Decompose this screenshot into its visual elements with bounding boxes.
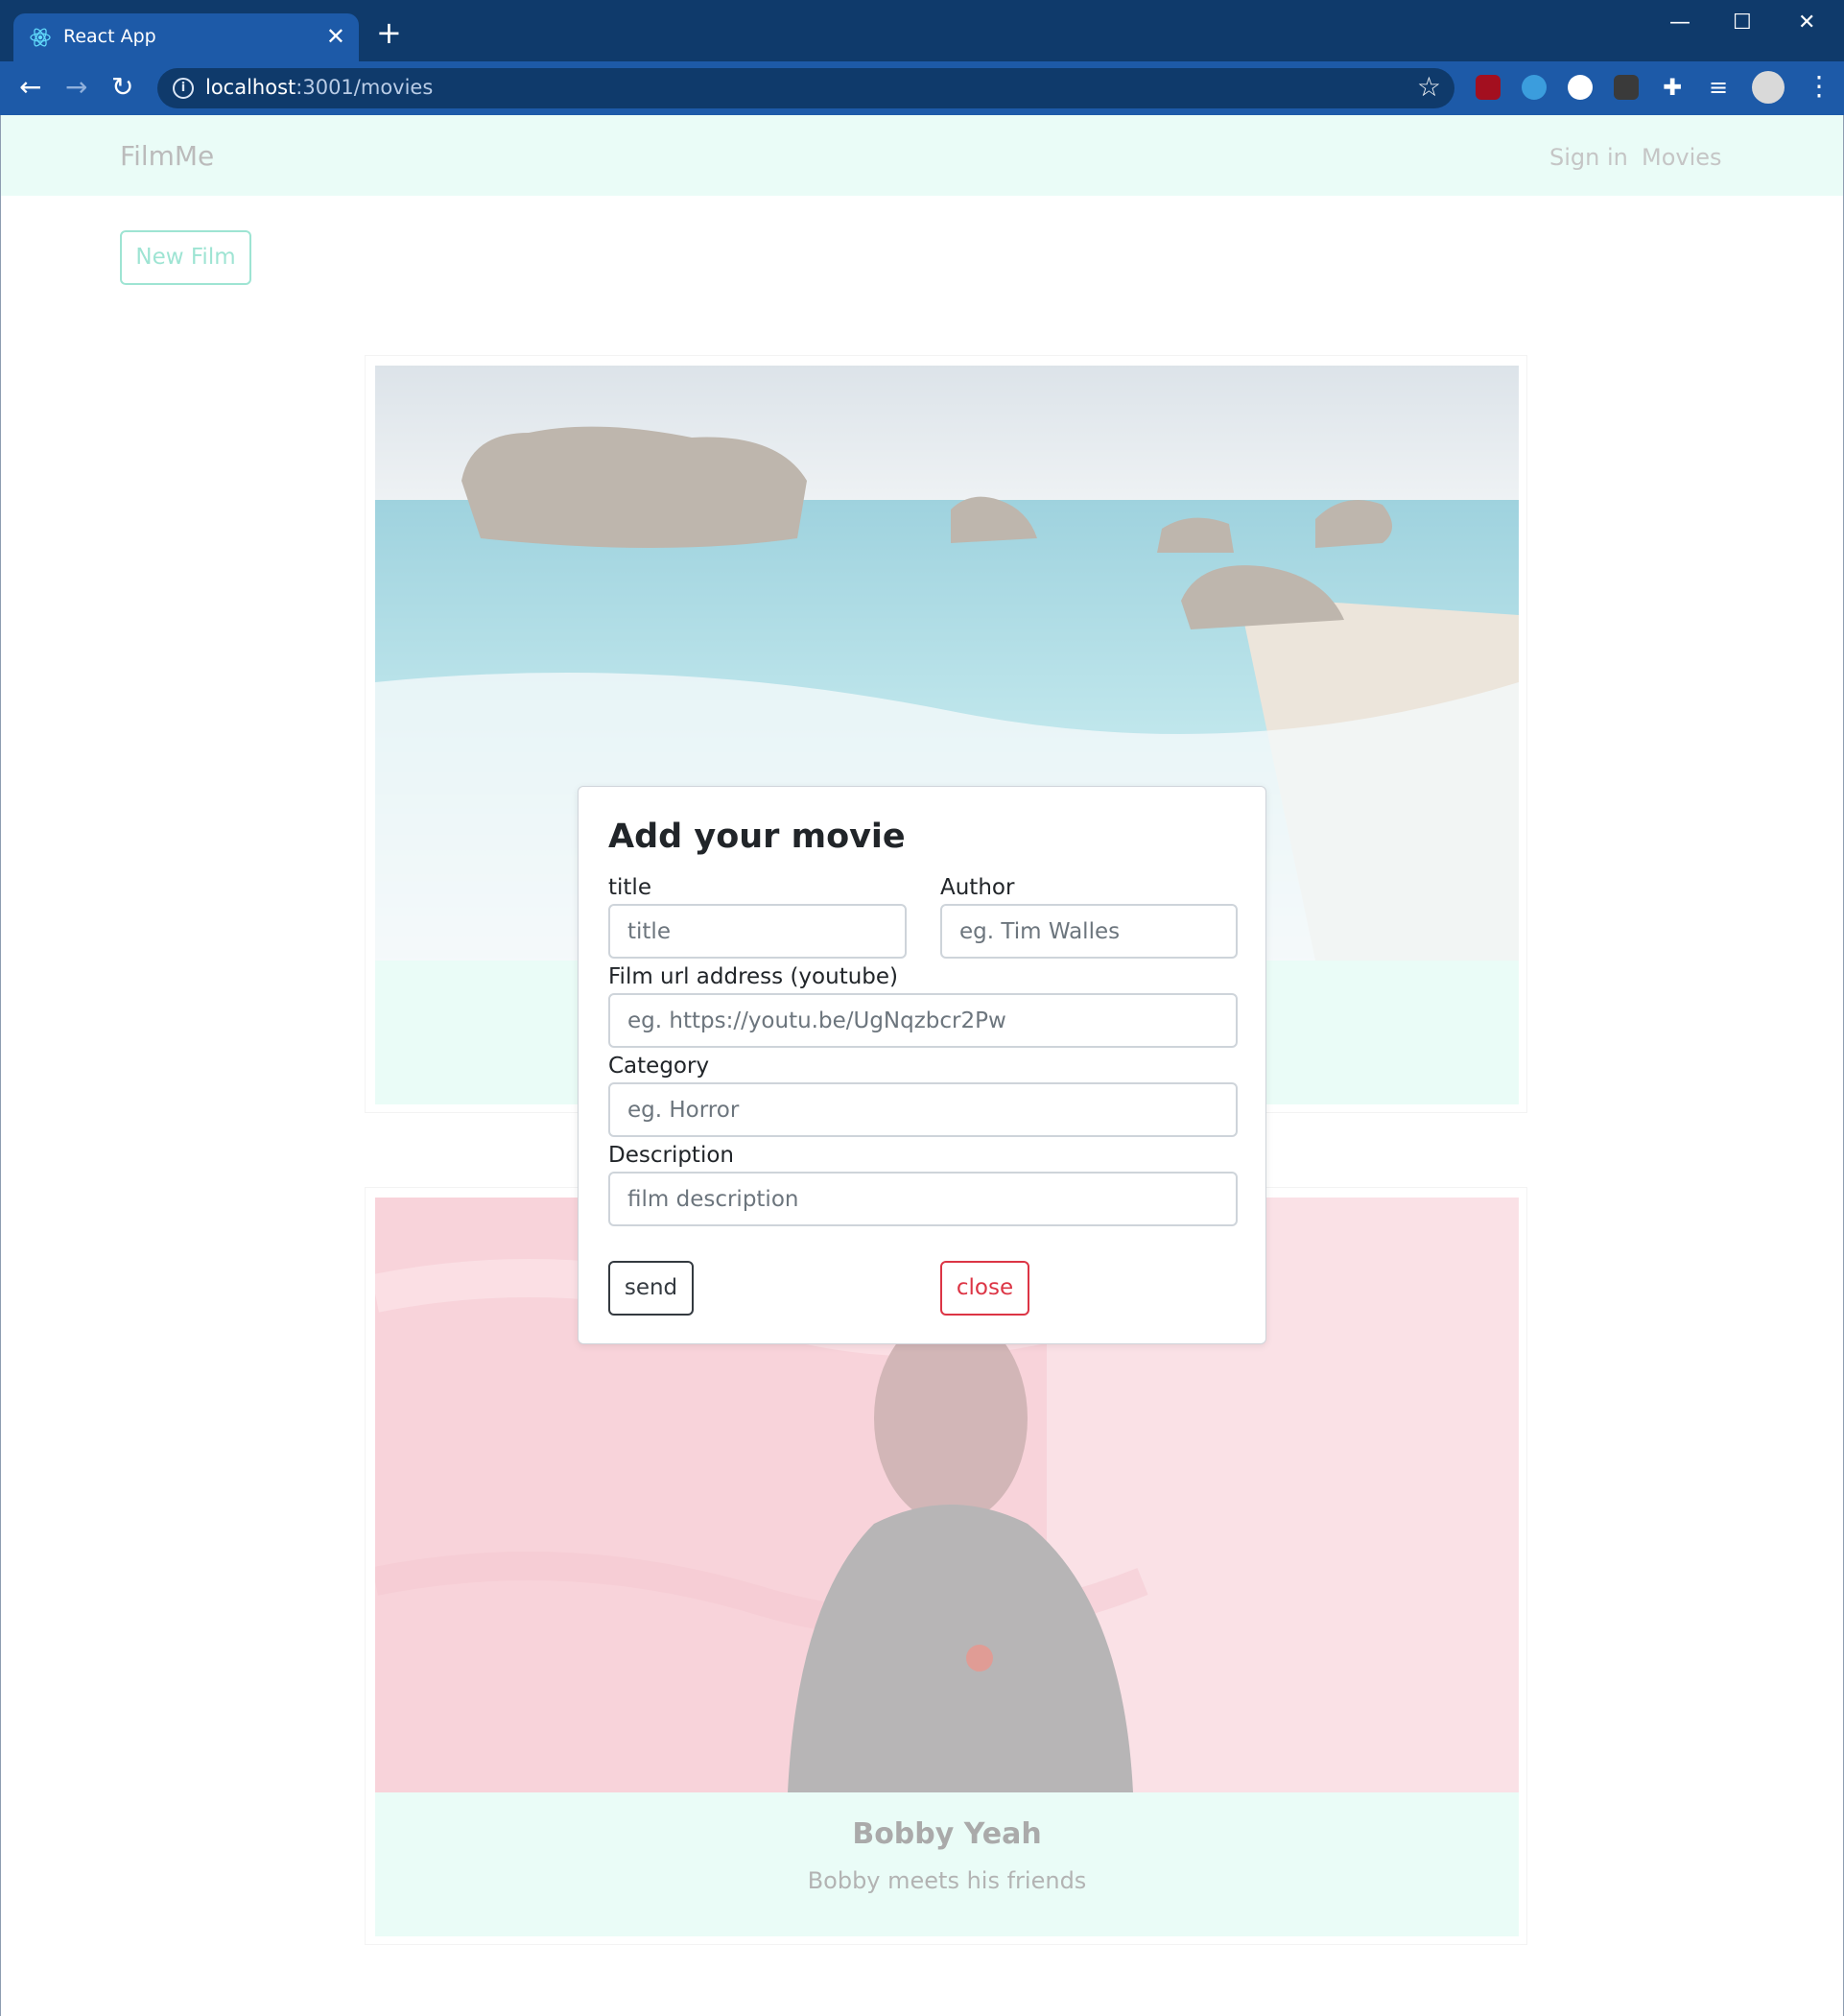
- browser-tab[interactable]: React App ✕: [13, 13, 359, 61]
- send-button[interactable]: send: [608, 1261, 694, 1316]
- category-input[interactable]: [608, 1082, 1238, 1137]
- ublock-extension-icon[interactable]: [1476, 75, 1501, 100]
- extension-icon[interactable]: [1522, 75, 1547, 100]
- react-logo-icon: [30, 28, 51, 47]
- tab-title: React App: [63, 26, 156, 47]
- browser-toolbar: ← → ↻ i localhost:3001/movies ☆ ✚ ≡ ⋮: [0, 61, 1844, 115]
- modal-title: Add your movie: [608, 818, 906, 856]
- back-icon[interactable]: ←: [19, 71, 41, 104]
- close-button[interactable]: close: [940, 1261, 1029, 1316]
- bookmark-star-icon[interactable]: ☆: [1417, 72, 1441, 103]
- extensions-puzzle-icon[interactable]: ✚: [1660, 75, 1685, 100]
- reload-icon[interactable]: ↻: [111, 71, 133, 104]
- maximize-icon[interactable]: ☐: [1733, 10, 1752, 36]
- close-window-icon[interactable]: ✕: [1798, 10, 1815, 36]
- url-host: localhost: [205, 76, 296, 99]
- title-input[interactable]: [608, 904, 907, 959]
- address-bar[interactable]: i localhost:3001/movies ☆: [157, 68, 1454, 108]
- author-input[interactable]: [940, 904, 1238, 959]
- author-label: Author: [940, 875, 1015, 900]
- forward-icon[interactable]: →: [65, 71, 87, 104]
- browser-tab-bar: React App ✕ + — ☐ ✕: [0, 0, 1844, 61]
- url-path: :3001/movies: [296, 76, 434, 99]
- title-label: title: [608, 875, 651, 900]
- profile-avatar[interactable]: [1752, 71, 1785, 104]
- description-input[interactable]: [608, 1172, 1238, 1226]
- extension-icon[interactable]: [1568, 75, 1593, 100]
- extension-icon[interactable]: [1614, 75, 1639, 100]
- media-queue-icon[interactable]: ≡: [1706, 75, 1731, 100]
- site-info-icon[interactable]: i: [173, 78, 194, 99]
- film-url-input[interactable]: [608, 993, 1238, 1048]
- category-label: Category: [608, 1054, 710, 1079]
- minimize-icon[interactable]: —: [1669, 10, 1690, 36]
- url-label: Film url address (youtube): [608, 964, 899, 989]
- close-tab-icon[interactable]: ✕: [326, 22, 345, 51]
- description-label: Description: [608, 1143, 734, 1168]
- menu-kebab-icon[interactable]: ⋮: [1806, 69, 1832, 104]
- url-text[interactable]: localhost:3001/movies: [205, 76, 433, 99]
- new-tab-icon[interactable]: +: [376, 17, 402, 48]
- add-movie-modal: Add your movie title Author Film url add…: [578, 786, 1266, 1344]
